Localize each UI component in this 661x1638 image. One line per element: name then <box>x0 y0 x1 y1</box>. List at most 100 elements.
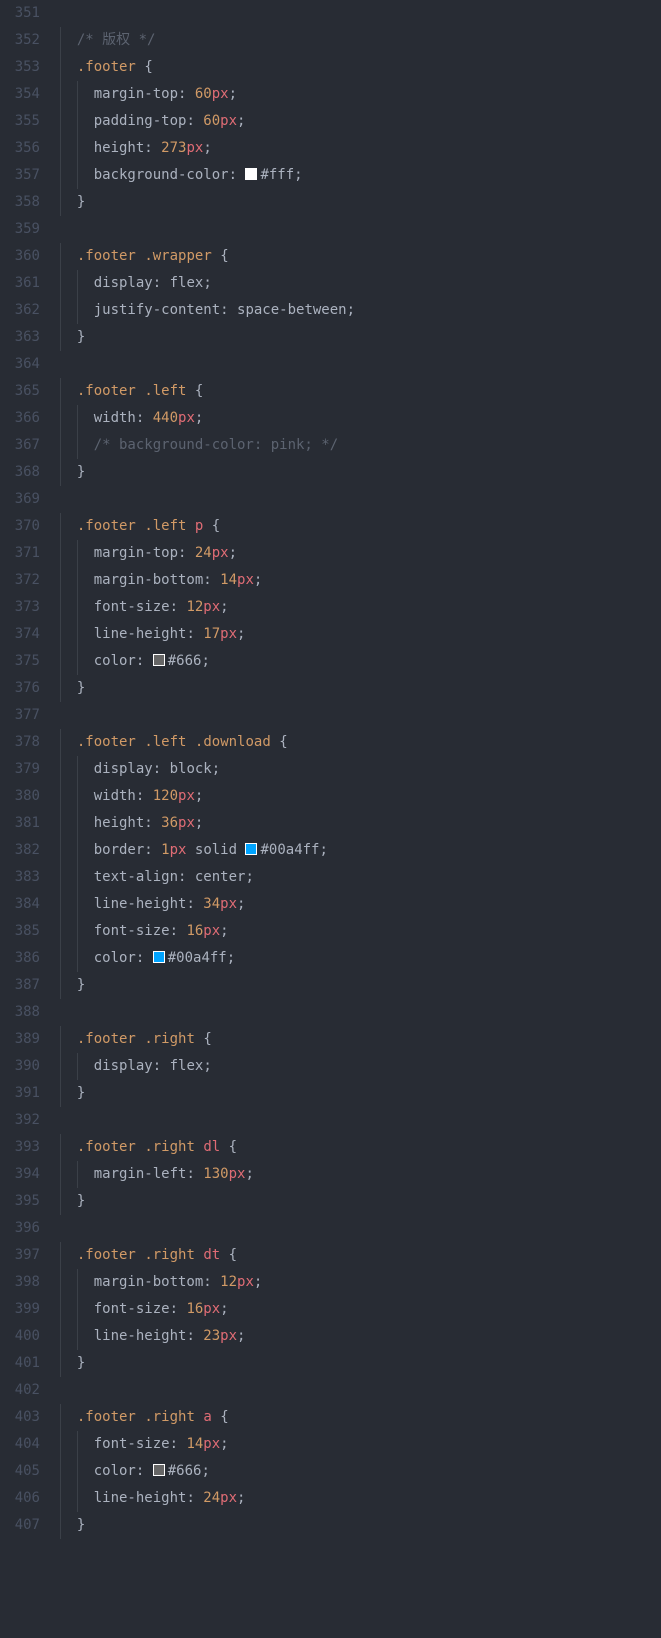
token-semi: ; <box>203 275 211 291</box>
line-number: 351 <box>0 0 40 27</box>
code-line[interactable]: } <box>60 972 661 999</box>
code-line[interactable]: color: #666; <box>60 1458 661 1485</box>
code-line[interactable]: font-size: 12px; <box>60 594 661 621</box>
code-line[interactable]: display: flex; <box>60 270 661 297</box>
code-line[interactable] <box>60 702 661 729</box>
token-brace: } <box>77 464 85 480</box>
code-line[interactable]: font-size: 14px; <box>60 1431 661 1458</box>
code-line[interactable]: height: 36px; <box>60 810 661 837</box>
code-line[interactable] <box>60 0 661 27</box>
code-line[interactable]: } <box>60 675 661 702</box>
code-line[interactable]: .footer .left .download { <box>60 729 661 756</box>
line-number: 372 <box>0 567 40 594</box>
indent-guide <box>60 1350 61 1377</box>
code-line[interactable]: margin-left: 130px; <box>60 1161 661 1188</box>
code-line[interactable]: display: block; <box>60 756 661 783</box>
code-line[interactable]: /* background-color: pink; */ <box>60 432 661 459</box>
code-line[interactable]: .footer .left p { <box>60 513 661 540</box>
code-line[interactable]: display: flex; <box>60 1053 661 1080</box>
code-line[interactable]: } <box>60 1512 661 1539</box>
code-line[interactable]: } <box>60 189 661 216</box>
token-prop: color <box>94 653 136 669</box>
indent-guide <box>60 1431 61 1458</box>
code-line[interactable]: margin-bottom: 12px; <box>60 1269 661 1296</box>
code-line[interactable]: padding-top: 60px; <box>60 108 661 135</box>
code-line[interactable]: text-align: center; <box>60 864 661 891</box>
line-number-gutter: 3513523533543553563573583593603613623633… <box>0 0 60 1539</box>
token-colon: : <box>136 950 153 966</box>
indent-guide <box>77 918 78 945</box>
code-line[interactable]: margin-top: 24px; <box>60 540 661 567</box>
code-line[interactable]: justify-content: space-between; <box>60 297 661 324</box>
code-line[interactable] <box>60 1215 661 1242</box>
token-selector: .right <box>144 1139 195 1155</box>
code-line[interactable]: .footer .right dt { <box>60 1242 661 1269</box>
line-number: 357 <box>0 162 40 189</box>
indent-guide <box>77 1296 78 1323</box>
code-line[interactable] <box>60 351 661 378</box>
code-line[interactable]: margin-top: 60px; <box>60 81 661 108</box>
token-prop: font-size <box>94 1301 170 1317</box>
token-prop: height <box>94 140 145 156</box>
code-line[interactable]: font-size: 16px; <box>60 1296 661 1323</box>
code-line[interactable]: color: #00a4ff; <box>60 945 661 972</box>
code-line[interactable] <box>60 1377 661 1404</box>
indent-guide <box>77 864 78 891</box>
code-line[interactable] <box>60 1107 661 1134</box>
code-line[interactable]: line-height: 23px; <box>60 1323 661 1350</box>
indent-guide <box>60 459 61 486</box>
token-colon: : <box>178 545 195 561</box>
code-line[interactable]: } <box>60 1188 661 1215</box>
line-number: 390 <box>0 1053 40 1080</box>
indent-guide <box>60 189 61 216</box>
code-line[interactable]: .footer .wrapper { <box>60 243 661 270</box>
code-line[interactable]: } <box>60 459 661 486</box>
code-line[interactable]: font-size: 16px; <box>60 918 661 945</box>
color-swatch-icon <box>153 654 165 666</box>
code-line[interactable]: width: 440px; <box>60 405 661 432</box>
token-prop: text-align <box>94 869 178 885</box>
token-unit: px <box>220 896 237 912</box>
indent-guide <box>77 1458 78 1485</box>
indent-guide <box>60 324 61 351</box>
code-line[interactable] <box>60 216 661 243</box>
code-line[interactable]: border: 1px solid #00a4ff; <box>60 837 661 864</box>
code-line[interactable]: height: 273px; <box>60 135 661 162</box>
token-selector: .right <box>144 1409 195 1425</box>
code-line[interactable]: } <box>60 324 661 351</box>
token-prop: width <box>94 788 136 804</box>
code-line[interactable]: line-height: 24px; <box>60 1485 661 1512</box>
code-line[interactable]: .footer .left { <box>60 378 661 405</box>
indent-guide <box>60 1404 61 1431</box>
token-brace: } <box>77 1517 85 1533</box>
indent-guide <box>60 540 61 567</box>
code-line[interactable]: color: #666; <box>60 648 661 675</box>
code-line[interactable]: line-height: 34px; <box>60 891 661 918</box>
token-selector: .left <box>144 383 186 399</box>
line-number: 368 <box>0 459 40 486</box>
code-line[interactable]: .footer { <box>60 54 661 81</box>
indent-guide <box>77 756 78 783</box>
token-colon: : <box>153 275 170 291</box>
code-line[interactable]: width: 120px; <box>60 783 661 810</box>
indent-guide <box>60 621 61 648</box>
code-line[interactable]: } <box>60 1080 661 1107</box>
color-swatch-icon <box>245 843 257 855</box>
code-editor[interactable]: 3513523533543553563573583593603613623633… <box>0 0 661 1539</box>
code-line[interactable]: } <box>60 1350 661 1377</box>
code-line[interactable]: margin-bottom: 14px; <box>60 567 661 594</box>
code-area[interactable]: /* 版权 */ .footer { margin-top: 60px; pad… <box>60 0 661 1539</box>
token-colon: : <box>186 1328 203 1344</box>
code-line[interactable]: background-color: #fff; <box>60 162 661 189</box>
code-line[interactable] <box>60 486 661 513</box>
token-num: 60 <box>195 86 212 102</box>
indent-guide <box>60 1296 61 1323</box>
line-number: 354 <box>0 81 40 108</box>
code-line[interactable]: /* 版权 */ <box>60 27 661 54</box>
code-line[interactable]: line-height: 17px; <box>60 621 661 648</box>
code-line[interactable] <box>60 999 661 1026</box>
token-selector: .footer <box>77 383 136 399</box>
code-line[interactable]: .footer .right a { <box>60 1404 661 1431</box>
code-line[interactable]: .footer .right { <box>60 1026 661 1053</box>
code-line[interactable]: .footer .right dl { <box>60 1134 661 1161</box>
